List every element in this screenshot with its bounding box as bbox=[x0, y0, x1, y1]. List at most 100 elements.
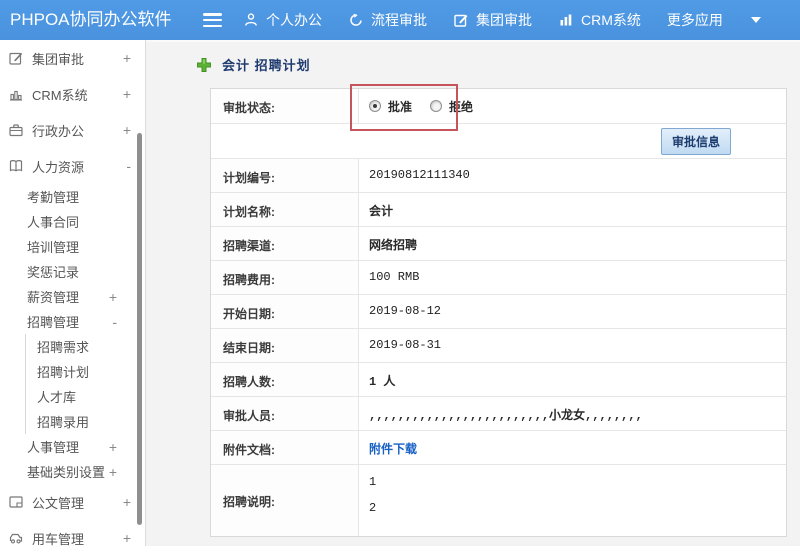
field-value: 2019-08-31 bbox=[369, 338, 442, 352]
car-icon bbox=[8, 530, 24, 546]
sidebar-item-recruitment-plan[interactable]: 招聘计划 bbox=[25, 359, 145, 384]
field-value: 1 2 bbox=[359, 465, 786, 536]
sidebar-label: 基础类别设置 bbox=[27, 465, 106, 480]
top-header-bar: PHPOA协同办公软件 个人办公 流程审批 集团审批 CRM系统 更多应用 bbox=[0, 0, 800, 40]
bar-chart-icon bbox=[558, 12, 574, 28]
nav-crm-system[interactable]: CRM系统 bbox=[558, 10, 641, 30]
collapse-toggle[interactable]: - bbox=[112, 314, 117, 330]
sidebar-item-talent-pool[interactable]: 人才库 bbox=[25, 384, 145, 409]
radio-approve[interactable] bbox=[369, 100, 381, 112]
field-label: 附件文档: bbox=[211, 431, 359, 464]
sidebar-item-crm[interactable]: CRM系统 + bbox=[0, 76, 145, 112]
sidebar-item-group-approval[interactable]: 集团审批 + bbox=[0, 40, 145, 76]
sidebar-scrollbar[interactable] bbox=[137, 133, 142, 525]
field-value: 网络招聘 bbox=[369, 239, 418, 253]
field-value: 2019-08-12 bbox=[369, 304, 442, 318]
sidebar-item-recruitment-hiring[interactable]: 招聘录用 bbox=[25, 409, 145, 434]
sidebar-item-human-resources[interactable]: 人力资源 - bbox=[0, 148, 145, 184]
plus-icon bbox=[196, 57, 212, 73]
expand-toggle[interactable]: + bbox=[123, 494, 131, 510]
nav-label: 个人办公 bbox=[266, 12, 322, 28]
recruitment-plan-form: 审批状态: 批准 拒绝 审批信息 计划编号: 20190812111340 计划… bbox=[210, 88, 787, 537]
sidebar-item-training[interactable]: 培训管理 bbox=[0, 234, 145, 259]
more-apps-caret[interactable] bbox=[749, 17, 761, 23]
field-label: 审批状态: bbox=[211, 89, 359, 123]
expand-toggle[interactable]: + bbox=[109, 289, 117, 305]
top-nav: 个人办公 流程审批 集团审批 CRM系统 更多应用 bbox=[243, 0, 761, 40]
sidebar-item-hr-contract[interactable]: 人事合同 bbox=[0, 209, 145, 234]
field-label: 审批人员: bbox=[211, 397, 359, 430]
field-value: 20190812111340 bbox=[369, 168, 470, 182]
bar-chart-icon bbox=[8, 86, 24, 102]
field-value: ,,,,,,,,,,,,,,,,,,,,,,,,,小龙女,,,,,,,, bbox=[369, 409, 643, 423]
sidebar-label: 招聘管理 bbox=[27, 315, 80, 330]
field-value: 100 RMB bbox=[369, 270, 420, 284]
nav-group-approval[interactable]: 集团审批 bbox=[453, 10, 532, 30]
expand-toggle[interactable]: + bbox=[123, 122, 131, 138]
sidebar-label: 考勤管理 bbox=[27, 190, 80, 205]
sidebar-label: 招聘需求 bbox=[37, 340, 90, 355]
sidebar-item-base-category[interactable]: 基础类别设置 + bbox=[0, 459, 145, 484]
expand-toggle[interactable]: + bbox=[123, 50, 131, 66]
sidebar-label: 人事管理 bbox=[27, 440, 80, 455]
sidebar-label: 行政办公 bbox=[32, 123, 85, 139]
nav-label: 集团审批 bbox=[476, 12, 532, 28]
caret-down-icon bbox=[750, 17, 761, 23]
radio-approve-label[interactable]: 批准 bbox=[388, 98, 412, 115]
sidebar-item-rewards[interactable]: 奖惩记录 bbox=[0, 259, 145, 284]
form-row-channel: 招聘渠道: 网络招聘 bbox=[211, 227, 786, 261]
sidebar-item-recruitment-demand[interactable]: 招聘需求 bbox=[25, 334, 145, 359]
collapse-toggle[interactable]: - bbox=[126, 158, 131, 174]
sidebar-item-recruitment-mgmt[interactable]: 招聘管理 - bbox=[0, 309, 145, 334]
sidebar-item-attendance[interactable]: 考勤管理 bbox=[0, 184, 145, 209]
approval-status-row: 审批状态: 批准 拒绝 bbox=[211, 89, 786, 124]
document-icon bbox=[8, 494, 24, 510]
hamburger-menu-icon[interactable] bbox=[203, 13, 222, 27]
description-line-1: 1 bbox=[369, 475, 377, 489]
field-label: 计划名称: bbox=[211, 193, 359, 226]
sidebar-item-document-mgmt[interactable]: 公文管理 + bbox=[0, 484, 145, 520]
expand-toggle[interactable]: + bbox=[109, 439, 117, 455]
form-row-plan-name: 计划名称: 会计 bbox=[211, 193, 786, 227]
nav-process-approval[interactable]: 流程审批 bbox=[348, 10, 427, 30]
field-value: 会计 bbox=[369, 205, 394, 219]
radio-reject-label[interactable]: 拒绝 bbox=[449, 98, 473, 115]
sidebar-label: 用车管理 bbox=[32, 531, 85, 547]
sidebar-label: 招聘计划 bbox=[37, 365, 90, 380]
field-value: 1 人 bbox=[369, 375, 396, 389]
app-logo: PHPOA协同办公软件 bbox=[10, 10, 172, 29]
page-title: 会计 招聘计划 bbox=[222, 58, 311, 73]
approval-info-button[interactable]: 审批信息 bbox=[660, 127, 731, 155]
sidebar-label: CRM系统 bbox=[32, 87, 88, 103]
expand-toggle[interactable]: + bbox=[123, 530, 131, 546]
radio-reject[interactable] bbox=[430, 100, 443, 112]
attachment-download-link[interactable]: 附件下载 bbox=[369, 443, 417, 457]
nav-label: 流程审批 bbox=[371, 12, 427, 28]
sidebar-item-personnel-mgmt[interactable]: 人事管理 + bbox=[0, 434, 145, 459]
book-icon bbox=[8, 158, 24, 174]
sidebar-label: 人才库 bbox=[37, 390, 77, 405]
field-label: 招聘渠道: bbox=[211, 227, 359, 260]
nav-personal-office[interactable]: 个人办公 bbox=[243, 10, 322, 30]
history-icon bbox=[348, 12, 364, 28]
field-label: 结束日期: bbox=[211, 329, 359, 362]
sidebar-item-admin-office[interactable]: 行政办公 + bbox=[0, 112, 145, 148]
form-row-attachment: 附件文档: 附件下载 bbox=[211, 431, 786, 465]
sidebar-item-vehicle-mgmt[interactable]: 用车管理 + bbox=[0, 520, 145, 556]
sidebar-label: 人事合同 bbox=[27, 215, 80, 230]
person-icon bbox=[243, 12, 259, 28]
field-label: 计划编号: bbox=[211, 159, 359, 192]
form-row-approvers: 审批人员: ,,,,,,,,,,,,,,,,,,,,,,,,,小龙女,,,,,,… bbox=[211, 397, 786, 431]
sidebar-label: 集团审批 bbox=[32, 51, 85, 67]
field-label: 招聘费用: bbox=[211, 261, 359, 294]
form-row-headcount: 招聘人数: 1 人 bbox=[211, 363, 786, 397]
sidebar-item-salary[interactable]: 薪资管理 + bbox=[0, 284, 145, 309]
main-content: 会计 招聘计划 审批状态: 批准 拒绝 审批信息 计划编号: 201908121… bbox=[146, 40, 800, 546]
nav-more-apps[interactable]: 更多应用 bbox=[667, 10, 723, 30]
expand-toggle[interactable]: + bbox=[109, 464, 117, 480]
expand-toggle[interactable]: + bbox=[123, 86, 131, 102]
sidebar-label: 培训管理 bbox=[27, 240, 80, 255]
form-row-plan-number: 计划编号: 20190812111340 bbox=[211, 159, 786, 193]
field-label: 招聘说明: bbox=[211, 465, 359, 536]
form-row-cost: 招聘费用: 100 RMB bbox=[211, 261, 786, 295]
